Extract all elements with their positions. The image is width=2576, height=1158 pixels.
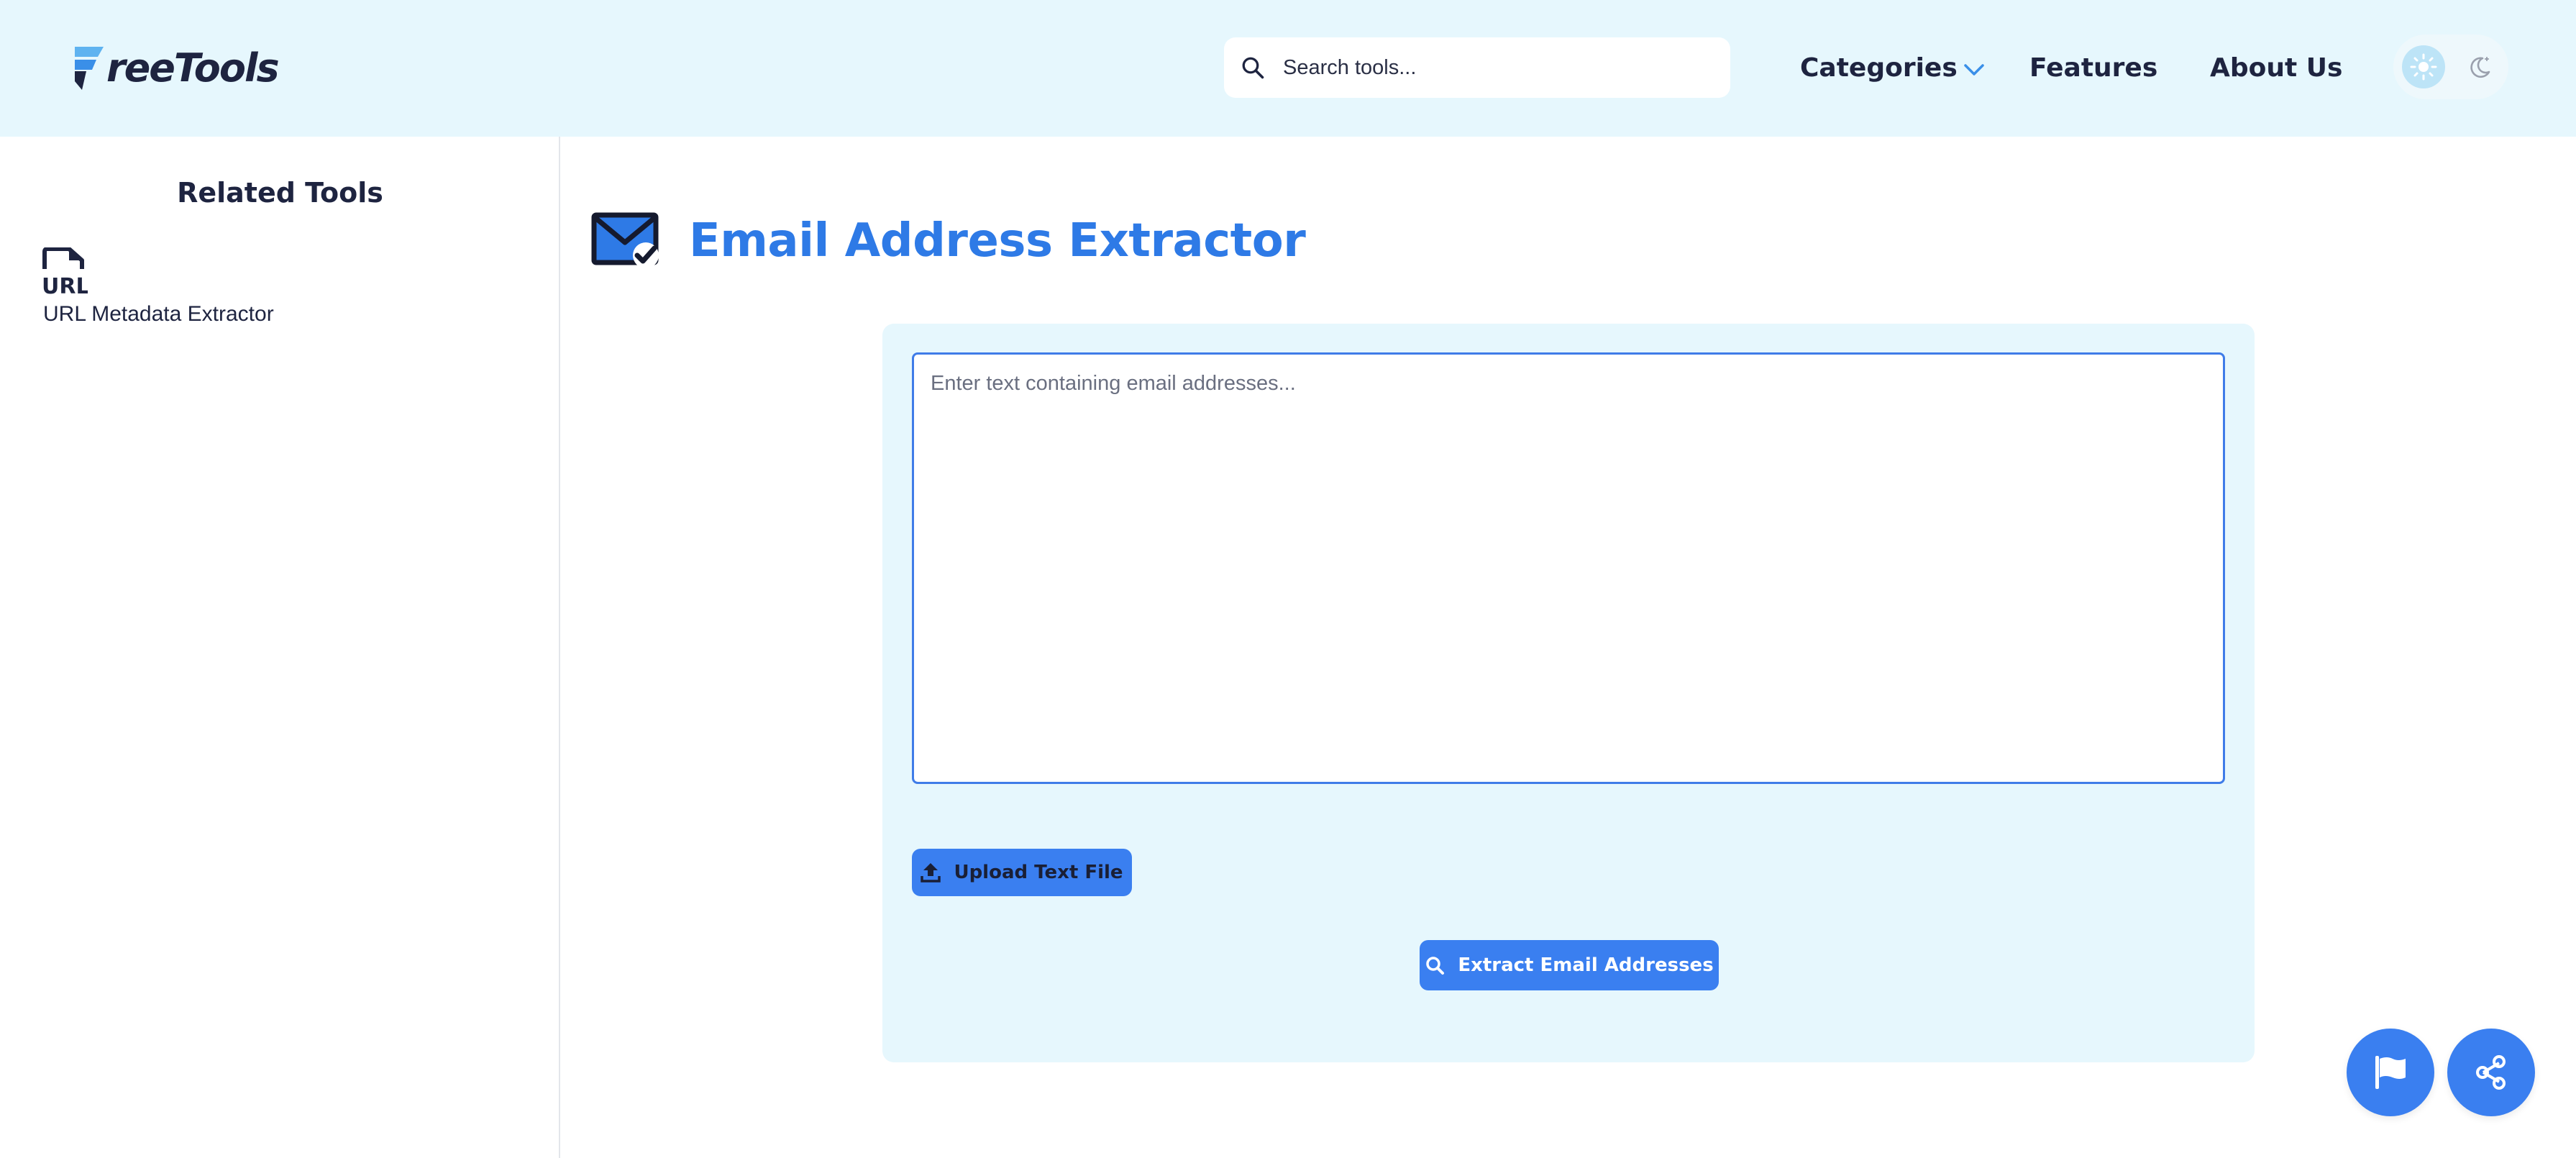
email-check-icon — [591, 212, 659, 268]
report-button[interactable] — [2347, 1029, 2434, 1116]
url-file-icon: URL — [42, 247, 88, 295]
share-button[interactable] — [2447, 1029, 2535, 1116]
upload-button-label: Upload Text File — [954, 862, 1123, 883]
theme-toggle[interactable] — [2393, 35, 2508, 99]
moon-icon — [2470, 57, 2490, 78]
logo-mark-icon — [75, 47, 104, 90]
page-title: Email Address Extractor — [689, 214, 1306, 268]
extract-button-label: Extract Email Addresses — [1458, 954, 1714, 976]
extract-email-addresses-button[interactable]: Extract Email Addresses — [1420, 940, 1719, 990]
nav-categories[interactable]: Categories — [1800, 47, 1985, 88]
nav-about-label: About Us — [2210, 53, 2343, 83]
search-input[interactable] — [1283, 55, 1714, 80]
nav-features[interactable]: Features — [2029, 47, 2157, 88]
brand-name: reeTools — [106, 45, 280, 91]
search-icon — [1426, 957, 1445, 975]
share-icon — [2476, 1055, 2506, 1090]
flag-icon — [2375, 1056, 2406, 1089]
sidebar-title: Related Tools — [177, 177, 383, 209]
nav-categories-label: Categories — [1800, 53, 1958, 83]
search-icon — [1242, 57, 1264, 79]
nav-features-label: Features — [2029, 53, 2158, 83]
search-box[interactable] — [1224, 37, 1730, 98]
upload-text-file-button[interactable]: Upload Text File — [912, 849, 1132, 896]
related-tools-sidebar: Related Tools URL URL Metadata Extractor — [0, 137, 560, 1158]
nav-about-us[interactable]: About Us — [2210, 47, 2342, 88]
svg-text:URL: URL — [42, 274, 88, 295]
dark-mode-button[interactable] — [2458, 45, 2501, 88]
extractor-panel: Upload Text File Extract Email Addresses — [882, 324, 2255, 1062]
upload-icon — [921, 863, 941, 883]
site-header: reeTools Categories Features About Us — [0, 0, 2576, 137]
sun-icon — [2410, 53, 2437, 81]
site-logo[interactable]: reeTools — [72, 42, 280, 94]
related-tool-item[interactable]: URL URL Metadata Extractor — [42, 247, 344, 334]
light-mode-button[interactable] — [2402, 45, 2445, 88]
related-tool-label: URL Metadata Extractor — [43, 302, 274, 326]
chevron-down-icon — [1964, 64, 1984, 76]
email-text-input[interactable] — [912, 352, 2225, 784]
